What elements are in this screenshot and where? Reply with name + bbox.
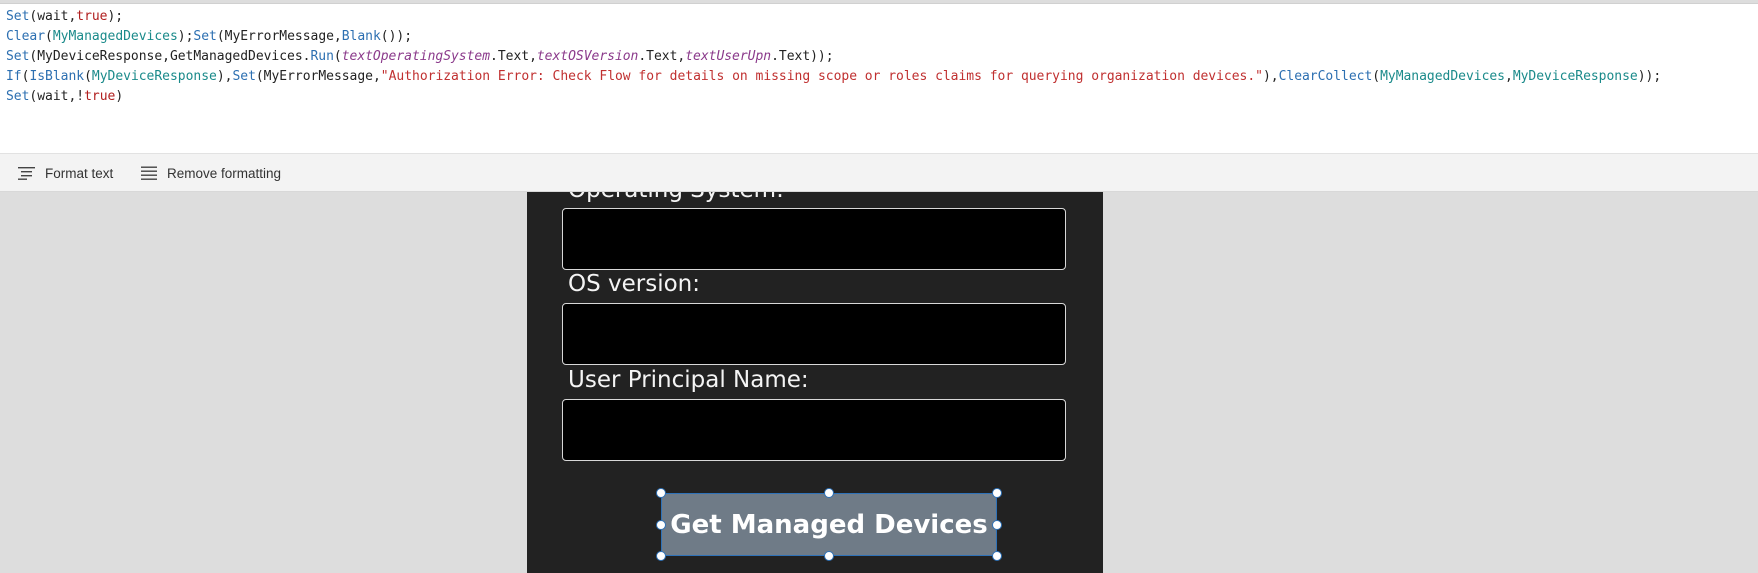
selection-handle-top[interactable] <box>824 488 834 498</box>
formula-line[interactable]: Clear(MyManagedDevices);Set(MyErrorMessa… <box>6 27 412 47</box>
format-text-label: Format text <box>45 165 114 181</box>
formula-token: Set <box>232 69 256 84</box>
formula-token: (wait,! <box>29 89 85 104</box>
upn-input[interactable] <box>562 399 1066 461</box>
format-text-icon <box>18 167 35 180</box>
app-screen: Operating System: OS version: User Princ… <box>527 192 1103 573</box>
formula-token: .Text)); <box>771 49 834 64</box>
formula-token: MyManagedDevices <box>52 29 178 44</box>
formula-token: ClearCollect <box>1278 69 1373 84</box>
formula-token: MyManagedDevices <box>1380 69 1505 84</box>
formula-token: Clear <box>6 29 46 44</box>
formula-token: (MyDeviceResponse,GetManagedDevices. <box>29 49 311 64</box>
formula-token: )); <box>1637 69 1662 84</box>
formula-format-toolbar: Format text Remove formatting <box>0 154 1758 192</box>
formula-token: ( <box>333 49 342 64</box>
formula-token: MyDeviceResponse <box>91 69 217 84</box>
selection-handle-left[interactable] <box>656 520 666 530</box>
format-text-button[interactable]: Format text <box>18 154 113 192</box>
formula-line[interactable]: Set(MyDeviceResponse,GetManagedDevices.R… <box>6 47 834 67</box>
formula-token: .Text, <box>490 49 537 64</box>
os-version-label: OS version: <box>568 271 701 297</box>
remove-formatting-icon <box>141 166 157 180</box>
formula-token: Set <box>6 9 30 24</box>
os-label: Operating System: <box>568 192 784 203</box>
formula-token: ); <box>107 9 124 24</box>
formula-token: ), <box>216 69 233 84</box>
selection-handle-right[interactable] <box>992 520 1002 530</box>
formula-token: Blank <box>341 29 381 44</box>
formula-token: ), <box>1262 69 1279 84</box>
formula-editor[interactable]: Set(wait,true); Clear(MyManagedDevices);S… <box>0 3 1758 154</box>
formula-token: Set <box>6 89 30 104</box>
formula-token: Set <box>6 49 30 64</box>
formula-token: If <box>6 69 22 84</box>
selection-handle-bottom-right[interactable] <box>992 551 1002 561</box>
formula-token: ()); <box>380 29 413 44</box>
formula-token: Run <box>310 49 334 64</box>
upn-label: User Principal Name: <box>568 367 809 393</box>
formula-token: (MyErrorMessage, <box>216 29 342 44</box>
selection-handle-bottom[interactable] <box>824 551 834 561</box>
formula-token: ); <box>177 29 194 44</box>
remove-formatting-label: Remove formatting <box>167 165 282 181</box>
remove-formatting-button[interactable]: Remove formatting <box>141 154 281 192</box>
operating-system-input[interactable] <box>562 208 1066 270</box>
get-managed-devices-button[interactable]: Get Managed Devices <box>661 493 997 556</box>
formula-token: (MyErrorMessage, <box>255 69 381 84</box>
formula-token: textOperatingSystem <box>341 49 491 64</box>
formula-token: textUserUpn <box>685 49 772 64</box>
selection-handle-top-right[interactable] <box>992 488 1002 498</box>
formula-token: true <box>84 89 116 104</box>
formula-line[interactable]: Set(wait,true); <box>6 7 123 27</box>
formula-token: ) <box>115 89 124 104</box>
formula-token: Set <box>193 29 217 44</box>
os-version-input[interactable] <box>562 303 1066 365</box>
selection-handle-top-left[interactable] <box>656 488 666 498</box>
formula-token: ( <box>1372 69 1381 84</box>
formula-token: true <box>76 9 108 24</box>
formula-token: ( <box>45 29 53 44</box>
formula-token: textOSVersion <box>536 49 639 64</box>
get-managed-devices-label: Get Managed Devices <box>670 509 988 540</box>
formula-token: , <box>1505 69 1513 84</box>
formula-token: .Text, <box>638 49 686 64</box>
selection-handle-bottom-left[interactable] <box>656 551 666 561</box>
formula-token: ( <box>84 69 92 84</box>
formula-token: (wait, <box>29 9 77 24</box>
formula-token: "Authorization Error: Check Flow for det… <box>380 69 1263 84</box>
formula-line[interactable]: Set(wait,!true) <box>6 87 123 107</box>
formula-line[interactable]: If(IsBlank(MyDeviceResponse),Set(MyError… <box>6 67 1661 87</box>
formula-token: MyDeviceResponse <box>1512 69 1638 84</box>
formula-token: IsBlank <box>29 69 85 84</box>
